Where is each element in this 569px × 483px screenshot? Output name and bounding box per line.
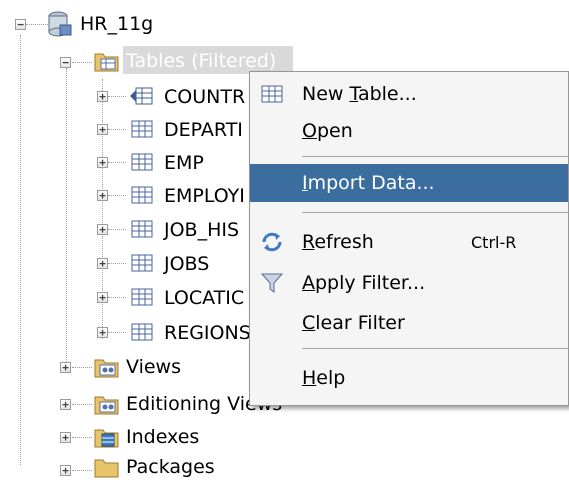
table-icon [130,151,154,178]
expand-toggle[interactable]: + [60,399,71,410]
menu-item-label: Apply Filter... [302,272,426,294]
tree-guide-line [72,470,92,471]
collapse-toggle[interactable]: − [15,19,26,30]
folder-label[interactable]: Indexes [126,426,199,448]
tree-guide-line [72,62,92,63]
menu-item-label: Clear Filter [302,312,405,334]
menu-item-help[interactable]: Help [250,360,568,396]
tree-guide-line [108,195,126,196]
expand-toggle[interactable]: + [97,157,108,168]
expand-toggle[interactable]: + [60,465,71,476]
tree-guide-line [72,404,92,405]
expand-toggle[interactable]: + [97,258,108,269]
tables-folder-label[interactable]: Tables (Filtered) [126,50,276,72]
menu-separator [302,348,568,349]
collapse-toggle[interactable]: − [60,57,71,68]
menu-item-label: Import Data... [302,172,435,194]
tables-folder-icon [94,50,120,77]
folder-label[interactable]: Views [126,356,181,378]
expand-toggle[interactable]: + [97,91,108,102]
tree-guide-line [72,437,92,438]
table-icon [130,218,154,245]
menu-item-new-table[interactable]: New Table... [250,76,568,112]
views-folder-icon [94,356,120,383]
filter-icon [260,271,284,300]
indexes-folder-icon [94,426,120,453]
expand-toggle[interactable]: + [97,327,108,338]
expand-toggle[interactable]: + [97,190,108,201]
connection-label[interactable]: HR_11g [80,13,153,35]
tree-guide-line [20,35,21,465]
menu-separator [302,156,568,157]
expand-toggle[interactable]: + [97,292,108,303]
menu-item-refresh[interactable]: Refresh Ctrl-R [250,224,568,260]
table-label[interactable]: EMP [164,152,204,174]
tree-guide-line [108,96,126,97]
expand-toggle[interactable]: + [97,224,108,235]
refresh-icon [260,230,284,259]
menu-item-open[interactable]: Open [250,113,568,149]
expand-toggle[interactable]: + [97,124,108,135]
menu-item-label: New Table... [302,83,417,105]
packages-folder-icon [94,456,120,483]
editioning-views-folder-icon [94,393,120,420]
expand-toggle[interactable]: + [60,432,71,443]
menu-item-apply-filter[interactable]: Apply Filter... [250,265,568,301]
table-link-icon [128,85,154,112]
table-label[interactable]: DEPARTI [164,119,243,141]
table-label[interactable]: JOB_HIS [164,219,239,241]
table-label[interactable]: REGIONS [164,322,251,344]
tree-guide-line [66,68,67,364]
table-label[interactable]: COUNTR [164,86,245,108]
table-label[interactable]: EMPLOYI [164,185,245,207]
menu-item-shortcut: Ctrl-R [471,233,517,252]
tree-guide-line [108,263,126,264]
tree-guide-line [108,332,126,333]
menu-item-import-data[interactable]: Import Data... [250,164,568,202]
expand-toggle[interactable]: + [60,362,71,373]
context-menu: New Table... Open Import Data... Refresh… [249,71,569,406]
menu-item-label: Refresh [302,231,374,253]
tree-guide-line [108,229,126,230]
table-icon [130,184,154,211]
table-icon [130,252,154,279]
folder-label[interactable]: Packages [126,456,215,478]
tree-guide-line [108,129,126,130]
table-label[interactable]: LOCATIC [164,287,244,309]
table-icon [130,118,154,145]
tree-guide-line [108,297,126,298]
new-table-icon [260,83,284,110]
tree-guide-line [26,24,48,25]
database-connection-icon [48,11,72,42]
menu-item-clear-filter[interactable]: Clear Filter [250,305,568,341]
tree-guide-line [72,367,92,368]
menu-separator [302,212,568,213]
tree-guide-line [108,162,126,163]
menu-item-label: Open [302,120,353,142]
table-icon [130,321,154,348]
table-icon [130,286,154,313]
menu-item-label: Help [302,367,346,389]
table-label[interactable]: JOBS [164,253,209,275]
